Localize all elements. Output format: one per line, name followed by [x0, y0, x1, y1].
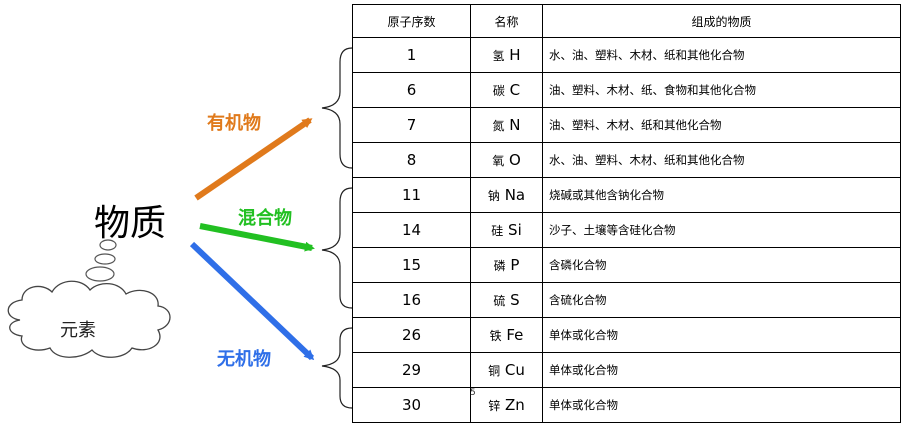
- composition-cell: 油、塑料、木材、纸和其他化合物: [542, 107, 901, 143]
- atomic-number-cell: 6: [352, 72, 471, 108]
- table-row: 16 硫 S 含硫化合物: [352, 282, 901, 318]
- table-row: 6碳 C 油、塑料、木材、纸、食物和其他化合物: [352, 72, 901, 108]
- branch-label-organic: 有机物: [207, 113, 261, 134]
- element-chinese-name: 碳: [492, 84, 505, 98]
- thought-bubble-medium: [94, 253, 116, 265]
- composition-cell: 单体或化合物: [542, 352, 901, 388]
- element-symbol: O: [508, 151, 521, 169]
- atomic-number-cell: 16: [352, 282, 471, 318]
- table-header-row: 原子序数 名称 组成的物质: [352, 4, 901, 38]
- composition-cell: 油、塑料、木材、纸、食物和其他化合物: [542, 72, 901, 108]
- element-chinese-name: 硅: [491, 224, 504, 238]
- thought-bubble-large: [85, 266, 115, 282]
- composition-cell: 单体或化合物: [542, 317, 901, 353]
- element-name-cell: 锌 Zn: [470, 387, 543, 423]
- table-row: 14 硅 Si 沙子、土壤等含硅化合物: [352, 212, 901, 248]
- table-row: 11 钠 Na 烧碱或其他含钠化合物: [352, 177, 901, 213]
- composition-cell: 单体或化合物: [542, 387, 901, 423]
- table-row: 1氢 H 水、油、塑料、木材、纸和其他化合物: [352, 37, 901, 73]
- header-composition: 组成的物质: [542, 4, 901, 38]
- element-name-cell: 氢 H: [470, 37, 543, 73]
- element-name-cell: 铜 Cu: [470, 352, 543, 388]
- element-chinese-name: 铜: [488, 364, 501, 378]
- element-chinese-name: 硫: [493, 294, 506, 308]
- brace-organic: [321, 47, 353, 169]
- element-symbol: Fe: [506, 326, 524, 344]
- table-row: 30 锌 Zn 单体或化合物: [352, 387, 901, 423]
- stray-mark: 5: [470, 388, 476, 398]
- header-name: 名称: [470, 4, 543, 38]
- element-symbol: Si: [508, 221, 522, 239]
- elements-table: 原子序数 名称 组成的物质 1氢 H 水、油、塑料、木材、纸和其他化合物 6 碳 C油…: [352, 4, 901, 423]
- element-symbol: Zn: [505, 396, 525, 414]
- element-name-cell: 铁 Fe: [470, 317, 543, 353]
- element-symbol: N: [509, 116, 521, 134]
- atomic-number-cell: 8: [352, 142, 471, 178]
- element-name-cell: 磷 P: [470, 247, 543, 283]
- composition-cell: 含磷化合物: [542, 247, 901, 283]
- atomic-number-cell: 30: [352, 387, 471, 423]
- composition-cell: 含硫化合物: [542, 282, 901, 318]
- table-row: 7氮 N 油、塑料、木材、纸和其他化合物: [352, 107, 901, 143]
- element-symbol: Cu: [504, 361, 525, 379]
- composition-cell: 烧碱或其他含钠化合物: [542, 177, 901, 213]
- element-chinese-name: 铁: [489, 329, 502, 343]
- atomic-number-cell: 11: [352, 177, 471, 213]
- atomic-number-cell: 1: [352, 37, 471, 73]
- element-symbol: Na: [504, 186, 526, 204]
- atomic-number-cell: 29: [352, 352, 471, 388]
- element-name-cell: 硅 Si: [470, 212, 543, 248]
- element-name-cell: 硫 S: [470, 282, 543, 318]
- branch-label-mixture: 混合物: [238, 208, 292, 229]
- element-name-cell: 钠 Na: [470, 177, 543, 213]
- table-row: 26 铁 Fe 单体或化合物: [352, 317, 901, 353]
- atomic-number-cell: 14: [352, 212, 471, 248]
- element-symbol: P: [510, 256, 520, 274]
- element-chinese-name: 锌: [488, 399, 501, 413]
- element-name-cell: 氧 O: [470, 142, 543, 178]
- element-chinese-name: 钠: [487, 189, 500, 203]
- cloud-label: 元素: [60, 320, 96, 341]
- atomic-number-cell: 15: [352, 247, 471, 283]
- element-chinese-name: 磷: [493, 259, 506, 273]
- element-chinese-name: 氮: [492, 119, 505, 133]
- element-symbol: H: [509, 46, 521, 64]
- diagram-title: 物质: [94, 203, 167, 244]
- brace-inorganic: [321, 327, 353, 409]
- table-row: 8氧 O 水、油、塑料、木材、纸和其他化合物: [352, 142, 901, 178]
- branch-label-inorganic: 无机物: [217, 349, 271, 370]
- header-atomic-number: 原子序数: [352, 4, 471, 38]
- atomic-number-cell: 7: [352, 107, 471, 143]
- atomic-number-cell: 26: [352, 317, 471, 353]
- brace-mixture: [321, 187, 353, 309]
- element-name-cell: 碳 C: [470, 72, 543, 108]
- element-chinese-name: 氢: [492, 49, 505, 63]
- element-name-cell: 氮 N: [470, 107, 543, 143]
- composition-cell: 水、油、塑料、木材、纸和其他化合物: [542, 37, 901, 73]
- composition-cell: 沙子、土壤等含硅化合物: [542, 212, 901, 248]
- element-symbol: C: [509, 81, 521, 99]
- element-chinese-name: 氧: [492, 154, 505, 168]
- composition-cell: 水、油、塑料、木材、纸和其他化合物: [542, 142, 901, 178]
- element-symbol: S: [510, 291, 520, 309]
- arrow-inorganic: [189, 241, 315, 361]
- table-row: 15 磷 P 含磷化合物: [352, 247, 901, 283]
- table-row: 29 铜 Cu 单体或化合物: [352, 352, 901, 388]
